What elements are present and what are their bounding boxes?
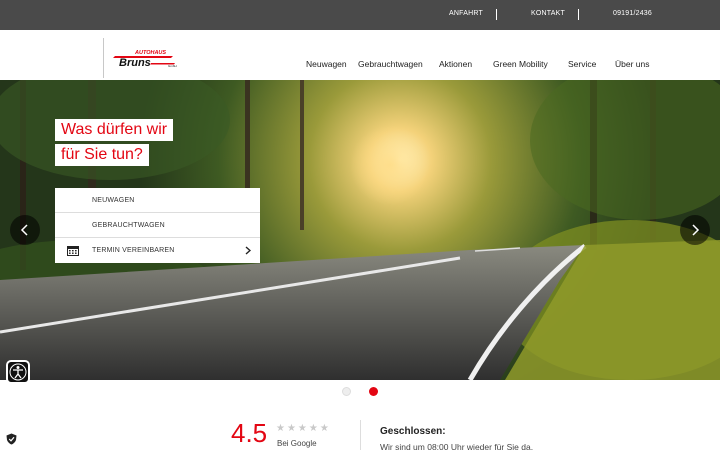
slider-next-button[interactable] <box>680 215 710 245</box>
chevron-left-icon <box>20 224 28 236</box>
menu-item-label: GEBRAUCHTWAGEN <box>92 222 165 229</box>
nav-service[interactable]: Service <box>568 59 596 69</box>
slider-dot-2-active[interactable] <box>369 387 378 396</box>
privacy-shield-icon[interactable] <box>6 433 17 445</box>
header: AUTOHAUS Bruns GmbH Neuwagen Gebrauchtwa… <box>0 30 720 80</box>
calendar-icon <box>67 246 79 256</box>
accessibility-button[interactable] <box>6 360 30 384</box>
menu-item-label: TERMIN VEREINBAREN <box>92 247 175 254</box>
nav-ueber-uns[interactable]: Über uns <box>615 59 650 69</box>
hours-text: Wir sind um 08:00 Uhr wieder für Sie da. <box>380 442 534 452</box>
anfahrt-link[interactable]: ANFAHRT <box>449 10 483 17</box>
hero-headline-line2: für Sie tun? <box>55 144 149 166</box>
rating-value: 4.5 <box>231 418 268 448</box>
svg-text:GmbH: GmbH <box>168 64 177 68</box>
chevron-right-icon <box>245 246 251 255</box>
divider <box>360 420 361 450</box>
divider <box>496 9 497 20</box>
hours-title: Geschlossen: <box>380 426 446 437</box>
menu-item-termin[interactable]: TERMIN VEREINBAREN <box>55 238 260 263</box>
logo-divider <box>103 38 104 78</box>
slider-dot-1[interactable] <box>342 387 351 396</box>
quick-menu: NEUWAGEN GEBRAUCHTWAGEN TERMIN VEREINBAR… <box>55 188 260 263</box>
hero-headline-line1: Was dürfen wir <box>55 119 174 141</box>
nav-green-mobility[interactable]: Green Mobility <box>493 59 548 69</box>
rating-source[interactable]: Bei Google <box>277 439 317 448</box>
nav-gebrauchtwagen[interactable]: Gebrauchtwagen <box>358 59 423 69</box>
chevron-right-icon <box>692 224 700 236</box>
slider-prev-button[interactable] <box>10 215 40 245</box>
nav-neuwagen[interactable]: Neuwagen <box>306 59 347 69</box>
svg-text:AUTOHAUS: AUTOHAUS <box>134 50 166 56</box>
top-bar: ANFAHRT KONTAKT 09191/2436 <box>0 0 720 30</box>
rating-stars: ★★★★★ <box>276 423 331 434</box>
kontakt-link[interactable]: KONTAKT <box>531 10 565 17</box>
phone-link[interactable]: 09191/2436 <box>613 10 652 17</box>
svg-text:Bruns: Bruns <box>119 57 151 68</box>
accessibility-icon <box>9 363 27 381</box>
divider <box>578 9 579 20</box>
logo[interactable]: AUTOHAUS Bruns GmbH <box>113 48 183 68</box>
menu-item-label: NEUWAGEN <box>92 197 135 204</box>
menu-item-gebrauchtwagen[interactable]: GEBRAUCHTWAGEN <box>55 213 260 238</box>
menu-item-neuwagen[interactable]: NEUWAGEN <box>55 188 260 213</box>
nav-aktionen[interactable]: Aktionen <box>439 59 472 69</box>
